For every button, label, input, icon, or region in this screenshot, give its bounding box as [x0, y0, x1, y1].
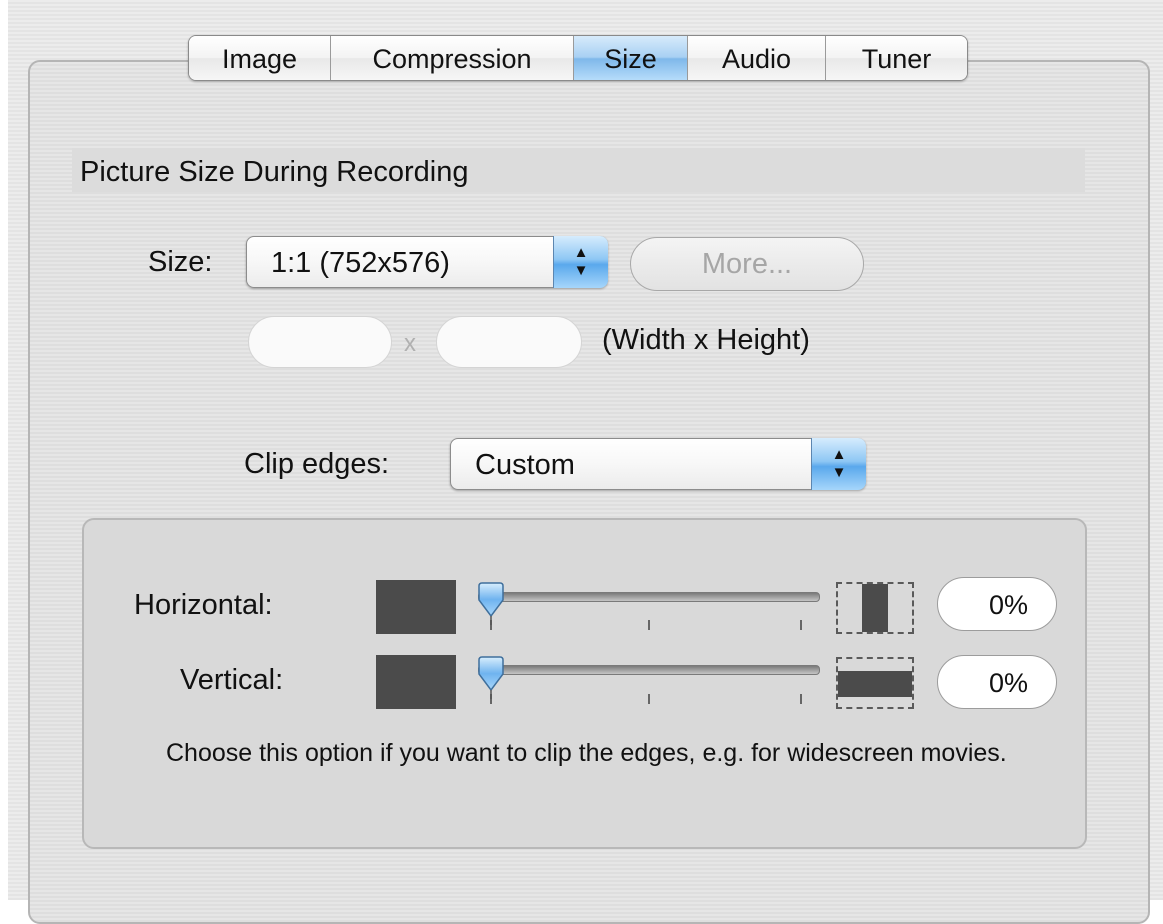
clip-edges-label: Clip edges: — [244, 448, 390, 480]
height-field[interactable] — [436, 316, 582, 368]
tab-size[interactable]: Size — [574, 36, 688, 80]
horizontal-label: Horizontal: — [134, 589, 273, 621]
section-title: Picture Size During Recording — [72, 148, 1085, 192]
slider-tick — [648, 694, 650, 704]
clip-edges-popup-value: Custom — [475, 449, 575, 481]
dimension-separator: x — [404, 330, 416, 357]
vertical-label: Vertical: — [180, 664, 284, 696]
dimension-hint: (Width x Height) — [602, 324, 810, 356]
tab-audio[interactable]: Audio — [688, 36, 826, 80]
tab-compression[interactable]: Compression — [331, 36, 574, 80]
slider-tick — [800, 620, 802, 630]
popup-arrows-icon: ▲ ▼ — [811, 438, 866, 490]
width-field[interactable] — [248, 316, 392, 368]
size-popup-value: 1:1 (752x576) — [271, 247, 450, 279]
horizontal-clip-preview-icon — [836, 582, 914, 634]
size-label: Size: — [148, 246, 213, 278]
vertical-slider-thumb[interactable] — [476, 656, 506, 700]
vertical-preview-block — [376, 655, 456, 709]
more-button[interactable]: More... — [630, 237, 864, 291]
vertical-value-field[interactable]: 0% — [937, 655, 1057, 709]
horizontal-preview-block — [376, 580, 456, 634]
size-popup[interactable]: 1:1 (752x576) ▲ ▼ — [246, 236, 608, 288]
popup-arrows-icon: ▲ ▼ — [553, 236, 608, 288]
vertical-clip-preview-icon — [836, 657, 914, 709]
horizontal-slider-thumb[interactable] — [476, 582, 506, 626]
clip-help-text: Choose this option if you want to clip t… — [166, 739, 1007, 767]
horizontal-value-field[interactable]: 0% — [937, 577, 1057, 631]
tab-tuner[interactable]: Tuner — [826, 36, 967, 80]
slider-tick — [800, 694, 802, 704]
vertical-slider-track[interactable] — [478, 665, 820, 675]
horizontal-slider-track[interactable] — [478, 592, 820, 602]
tab-image[interactable]: Image — [189, 36, 331, 80]
slider-tick — [648, 620, 650, 630]
tab-bar: Image Compression Size Audio Tuner — [188, 35, 968, 81]
clip-edges-popup[interactable]: Custom ▲ ▼ — [450, 438, 866, 490]
